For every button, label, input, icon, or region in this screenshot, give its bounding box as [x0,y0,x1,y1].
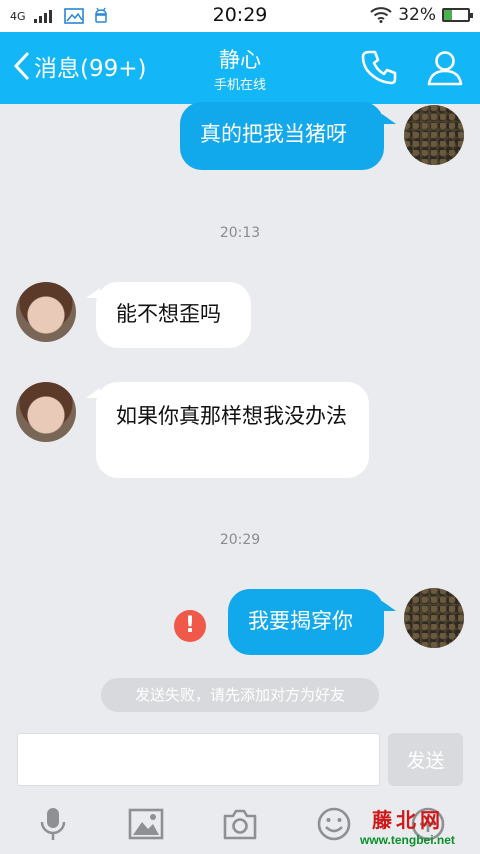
contact-avatar[interactable] [16,382,76,442]
my-avatar[interactable] [404,588,464,648]
timestamp: 20:29 [219,532,261,548]
back-button[interactable]: 消息(99+) [12,49,146,83]
user-profile-icon[interactable] [425,48,465,88]
chat-header: 消息(99+) 静心 手机在线 [0,32,480,104]
watermark-logo: 藤北网 [372,808,444,832]
battery-icon [442,8,473,22]
chevron-left-icon [13,51,30,81]
message-text: 我要揭穿你 [248,609,353,633]
message-text: 真的把我当猪呀 [200,122,347,146]
send-failed-icon[interactable]: ! [174,610,206,642]
contact-avatar[interactable] [16,282,76,342]
message-text: 如果你真那样想我没办法 [116,404,347,428]
message-text: 能不想歪吗 [116,302,221,326]
status-right-icons: 32% [370,5,473,25]
battery-level [444,10,452,20]
bubble-tail [382,114,396,124]
message-input[interactable] [17,733,380,786]
bubble-tail [382,601,396,611]
status-bar: 4G 20:29 32% [0,0,480,32]
phone-call-icon[interactable] [360,48,400,88]
image-icon[interactable] [128,806,164,842]
back-label: 消息(99+) [34,56,147,82]
battery-percent: 32% [398,5,436,25]
send-failed-notice: 发送失败，请先添加对方为好友 [101,678,379,712]
microphone-icon[interactable] [35,806,71,842]
site-watermark: 藤北网 www.tengbei.net [360,804,470,847]
contact-status: 手机在线 [213,78,266,93]
outgoing-message-bubble[interactable]: 真的把我当猪呀 [180,102,384,170]
watermark-url: www.tengbei.net [360,833,455,847]
outgoing-message-bubble[interactable]: 我要揭穿你 [228,589,384,655]
contact-name[interactable]: 静心 [140,44,340,74]
incoming-message-bubble[interactable]: 能不想歪吗 [96,282,251,348]
timestamp: 20:13 [219,225,261,241]
my-avatar[interactable] [404,105,464,165]
wifi-icon [370,7,392,23]
send-button[interactable]: 发送 [388,733,463,786]
camera-icon[interactable] [222,806,258,842]
incoming-message-bubble[interactable]: 如果你真那样想我没办法 [96,382,369,478]
emoji-icon[interactable] [316,806,352,842]
